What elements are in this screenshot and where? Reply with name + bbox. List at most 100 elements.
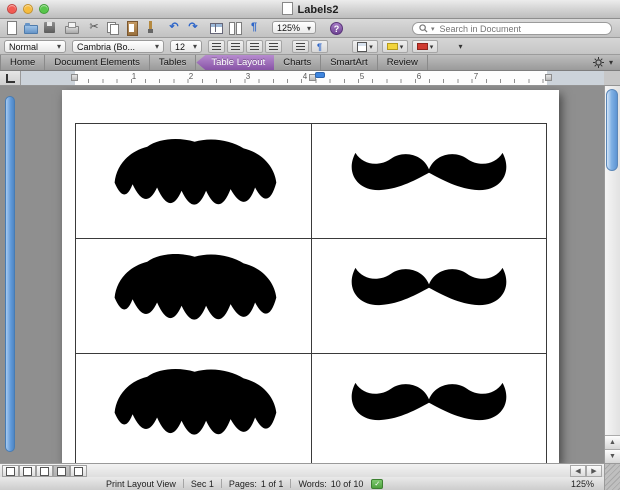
scroll-left-button[interactable]: ◀ <box>570 465 586 477</box>
new-document-button[interactable] <box>4 20 20 36</box>
walrus-mustache-image[interactable] <box>95 365 291 457</box>
copy-button[interactable] <box>105 20 121 36</box>
tab-document-elements[interactable]: Document Elements <box>45 55 150 70</box>
decrease-indent-button[interactable] <box>246 40 263 53</box>
outdent-icon <box>250 46 259 47</box>
ruler-number: 2 <box>186 72 196 81</box>
print-button[interactable] <box>64 20 80 36</box>
status-zoom-value[interactable]: 125% <box>571 479 594 489</box>
font-color-button[interactable]: ▾ <box>412 40 438 53</box>
paragraph-marks-button[interactable]: ¶ <box>311 40 328 53</box>
font-combo[interactable]: ▾ Cambria (Bo... <box>72 40 164 53</box>
indent-icon <box>269 46 278 47</box>
borders-grid-icon <box>357 42 367 52</box>
arrow-right-icon: ▶ <box>591 467 596 475</box>
walrus-mustache-image[interactable] <box>95 250 291 342</box>
tab-smartart[interactable]: SmartArt <box>321 55 377 70</box>
tab-selector[interactable] <box>0 71 21 85</box>
chevron-down-icon: ▾ <box>430 43 434 51</box>
vertical-ruler <box>5 96 15 452</box>
view-print-layout-button[interactable] <box>53 465 70 477</box>
search-field[interactable]: ▾ <box>412 22 612 35</box>
increase-indent-button[interactable] <box>265 40 282 53</box>
tab-review[interactable]: Review <box>378 55 428 70</box>
scroll-up-button[interactable]: ▲ <box>605 435 620 449</box>
format-painter-button[interactable] <box>143 20 159 36</box>
table-column-marker[interactable] <box>545 74 552 81</box>
labels-table[interactable] <box>75 123 547 463</box>
table-cell[interactable] <box>311 239 547 353</box>
view-publishing-button[interactable] <box>36 465 53 477</box>
document-proxy-icon <box>282 2 293 15</box>
ribbon-options[interactable]: ▾ <box>593 55 620 70</box>
gear-icon <box>593 57 604 68</box>
undo-button[interactable]: ↶ <box>166 20 182 36</box>
zoom-control[interactable]: 125% ▾ <box>272 21 316 34</box>
redo-icon: ↷ <box>185 20 201 36</box>
separator <box>290 479 291 488</box>
words-status[interactable]: Words: 10 of 10 <box>298 479 363 489</box>
style-combo[interactable]: ▾ Normal <box>4 40 66 53</box>
horizontal-scrollbar[interactable]: ◀ ▶ <box>0 463 604 477</box>
cut-button[interactable]: ✂ <box>86 20 102 36</box>
print-layout-view-icon <box>57 467 66 476</box>
table-cell[interactable] <box>311 354 547 463</box>
table-column-marker[interactable] <box>71 74 78 81</box>
paste-button[interactable] <box>124 20 140 36</box>
line-spacing-button[interactable] <box>292 40 309 53</box>
numbering-button[interactable] <box>227 40 244 53</box>
draft-view-icon <box>6 467 15 476</box>
table-cell[interactable] <box>76 124 311 238</box>
table-cell[interactable] <box>76 239 311 353</box>
title-bar[interactable]: Labels2 <box>0 0 620 19</box>
walrus-mustache-image[interactable] <box>95 135 291 227</box>
center-indent-marker[interactable] <box>315 72 325 78</box>
font-value: Cambria (Bo... <box>77 42 135 52</box>
spelling-status-button[interactable]: ✓ <box>371 479 383 489</box>
scroll-right-button[interactable]: ▶ <box>586 465 602 477</box>
scrollbar-thumb[interactable] <box>606 89 618 171</box>
scroll-down-button[interactable]: ▼ <box>605 449 620 463</box>
pages-status[interactable]: Pages: 1 of 1 <box>229 479 284 489</box>
handlebar-mustache-image[interactable] <box>335 373 523 449</box>
font-color-icon <box>417 43 428 50</box>
view-outline-button[interactable] <box>19 465 36 477</box>
table-cell[interactable] <box>76 354 311 463</box>
chevron-down-icon: ▾ <box>307 22 311 35</box>
handlebar-mustache-image[interactable] <box>335 258 523 334</box>
separator <box>183 479 184 488</box>
standard-toolbar: ✂ ↶ ↷ ¶ 125% ▾ ? ▾ <box>0 19 620 38</box>
highlight-button[interactable]: ▾ <box>382 40 408 53</box>
show-formatting-button[interactable]: ¶ <box>246 20 262 36</box>
scissors-icon: ✂ <box>86 20 102 36</box>
search-icon <box>419 24 428 33</box>
chevron-down-icon: ▾ <box>369 43 373 51</box>
redo-button[interactable]: ↷ <box>185 20 201 36</box>
open-button[interactable] <box>23 20 39 36</box>
tab-charts[interactable]: Charts <box>274 55 321 70</box>
table-cell[interactable] <box>311 124 547 238</box>
font-size-combo[interactable]: ▾ 12 <box>170 40 202 53</box>
view-draft-button[interactable] <box>2 465 19 477</box>
bullets-button[interactable] <box>208 40 225 53</box>
search-input[interactable] <box>438 23 605 35</box>
tab-home[interactable]: Home <box>0 55 45 70</box>
help-button[interactable]: ? <box>330 22 343 35</box>
resize-grip[interactable] <box>604 463 620 490</box>
view-notebook-button[interactable] <box>70 465 87 477</box>
document-area[interactable] <box>0 86 604 463</box>
tab-table-layout[interactable]: Table Layout <box>196 55 274 70</box>
paintbrush-icon <box>143 20 159 36</box>
ruler-number: 6 <box>414 72 424 81</box>
tab-tables[interactable]: Tables <box>150 55 196 70</box>
chevron-down-icon: ▾ <box>431 25 435 33</box>
document-page[interactable] <box>62 90 559 463</box>
toolbar-overflow-button[interactable]: ▾ <box>452 40 469 53</box>
insert-table-button[interactable] <box>208 20 224 36</box>
borders-button[interactable]: ▾ <box>352 40 378 53</box>
status-bar: Print Layout View Sec 1 Pages: 1 of 1 Wo… <box>0 477 604 490</box>
handlebar-mustache-image[interactable] <box>335 143 523 219</box>
columns-button[interactable] <box>227 20 243 36</box>
save-button[interactable] <box>42 20 58 36</box>
vertical-scrollbar[interactable]: ▲ ▼ <box>604 86 620 463</box>
